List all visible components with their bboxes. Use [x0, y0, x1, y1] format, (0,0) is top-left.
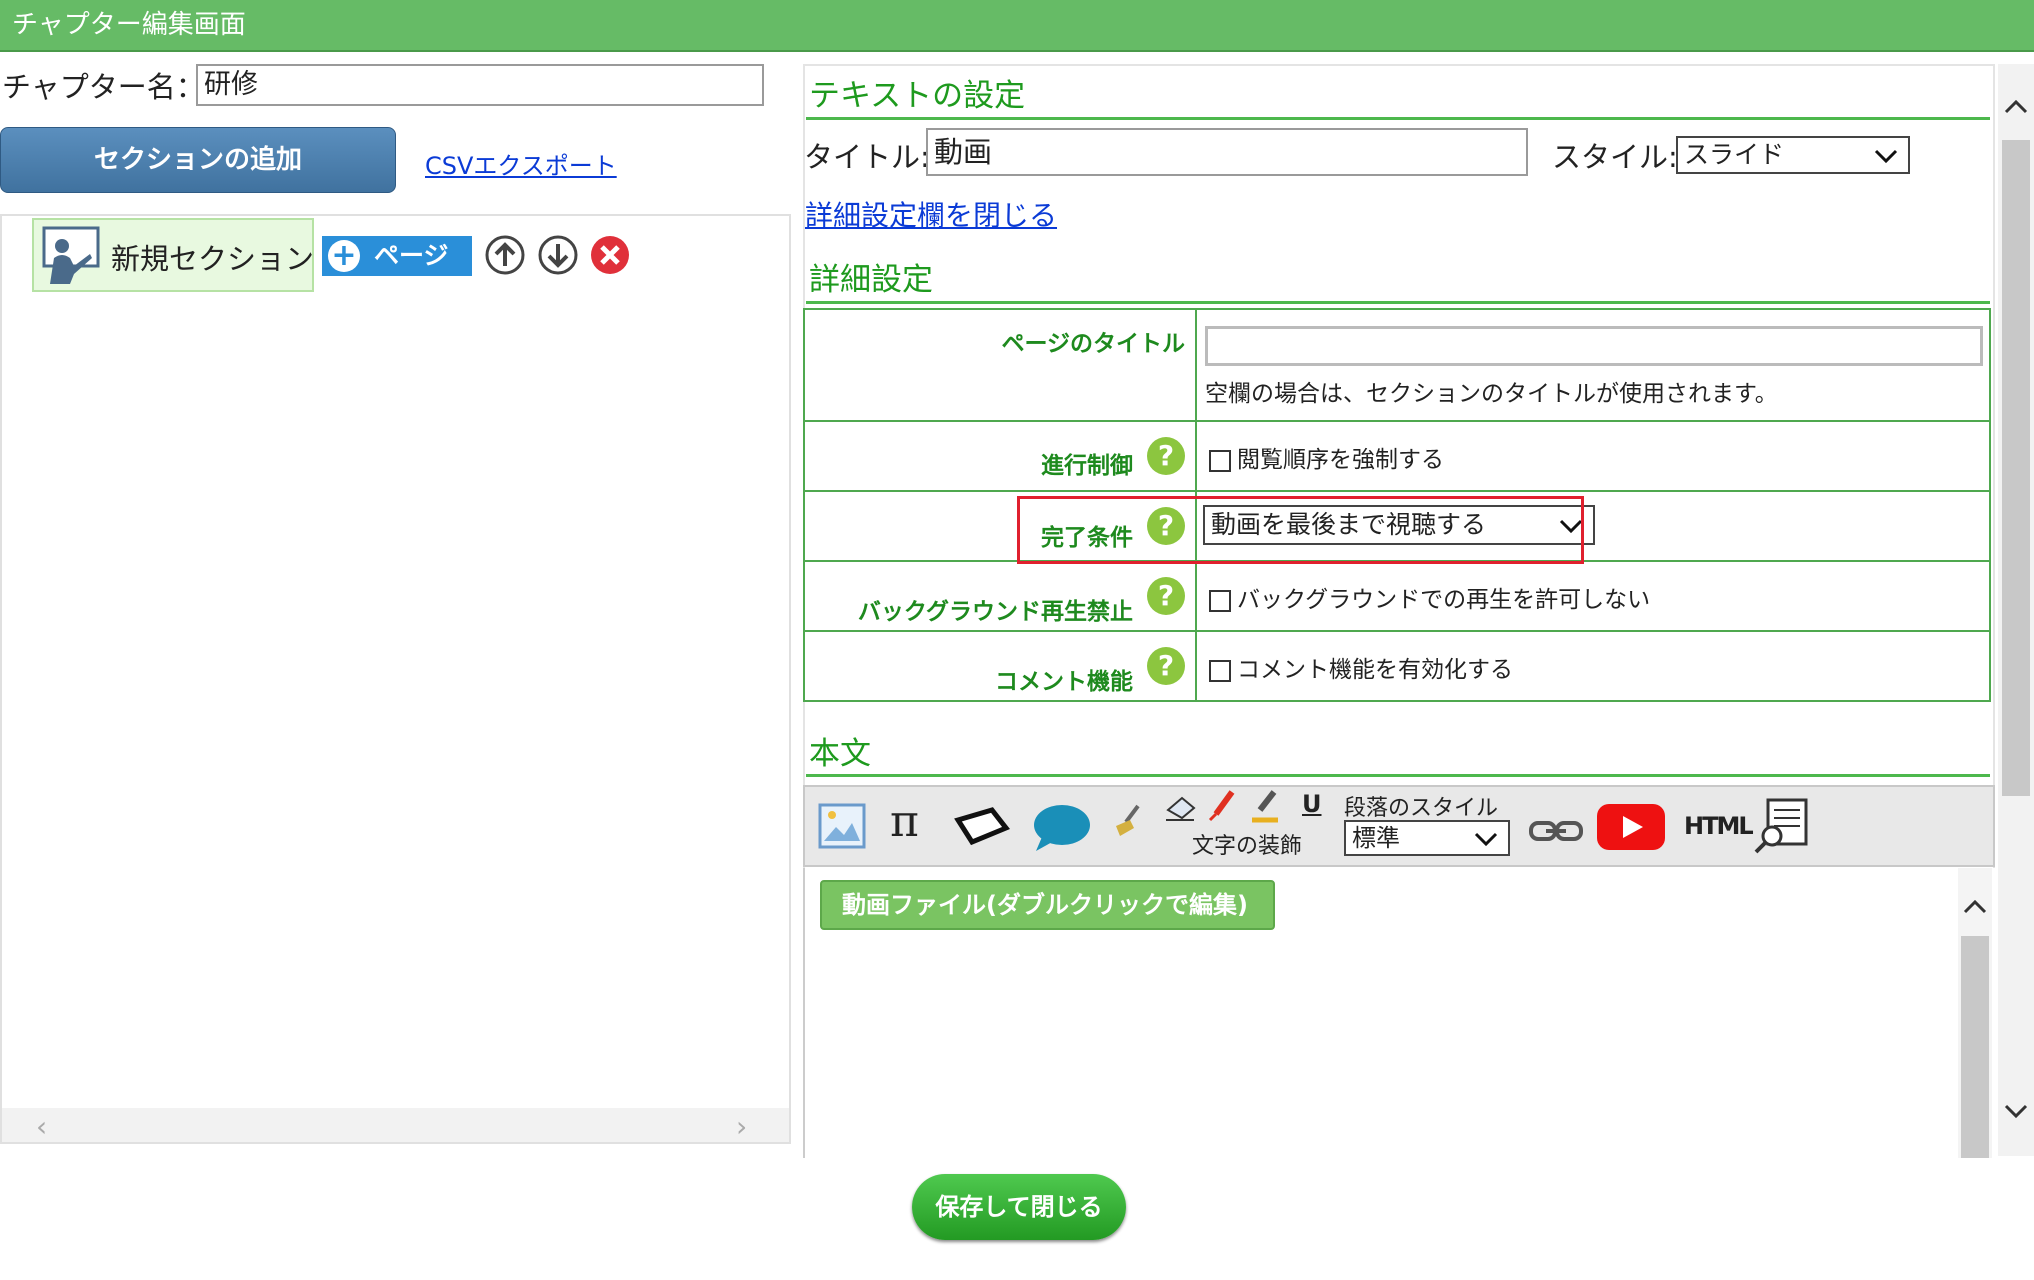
video-file-block[interactable]: 動画ファイル(ダブルクリックで編集)	[820, 880, 1275, 930]
move-up-icon[interactable]	[484, 234, 526, 276]
background-option[interactable]: バックグラウンドでの再生を許可しない	[1209, 580, 1650, 614]
table-row: 進行制御 ? 閲覧順序を強制する	[803, 420, 1991, 492]
divider	[806, 774, 1990, 777]
page-title-cell: ページのタイトル	[803, 308, 1197, 422]
progress-label: 進行制御	[1041, 453, 1133, 479]
chevron-down-icon	[1474, 832, 1498, 847]
style-select[interactable]: スライド	[1676, 136, 1910, 174]
page-title-input[interactable]	[1205, 326, 1983, 366]
section-name-label: 新規セクション	[111, 242, 315, 276]
progress-checkbox-label: 閲覧順序を強制する	[1237, 447, 1444, 473]
scroll-left-icon[interactable]: ‹	[36, 1110, 47, 1143]
image-icon[interactable]	[818, 803, 866, 849]
link-icon[interactable]	[1528, 816, 1584, 846]
text-settings-heading: テキストの設定	[809, 78, 1026, 114]
style-select-value: スライド	[1684, 140, 1785, 169]
title-input[interactable]: 動画	[926, 128, 1528, 176]
background-cell: バックグラウンド再生禁止 ?	[803, 560, 1197, 632]
scroll-right-icon[interactable]: ›	[736, 1110, 747, 1143]
window-title-bar: チャプター編集画面	[0, 0, 2034, 52]
plus-icon: +	[328, 240, 360, 272]
save-and-close-button[interactable]: 保存して閉じる	[912, 1174, 1126, 1240]
table-row: バックグラウンド再生禁止 ? バックグラウンドでの再生を許可しない	[803, 560, 1991, 632]
scroll-down-icon[interactable]	[2004, 1104, 2028, 1120]
add-page-label: ページ	[374, 241, 449, 270]
horizontal-scrollbar[interactable]: ‹ ›	[2, 1108, 789, 1143]
delete-icon[interactable]	[589, 234, 631, 276]
checkbox[interactable]	[1209, 589, 1231, 612]
progress-value-cell: 閲覧順序を強制する	[1195, 420, 1991, 492]
details-heading: 詳細設定	[809, 262, 933, 298]
checkbox[interactable]	[1209, 659, 1231, 682]
move-down-icon[interactable]	[537, 234, 579, 276]
background-label: バックグラウンド再生禁止	[857, 599, 1133, 625]
paragraph-style-value: 標準	[1352, 824, 1400, 852]
divider	[806, 117, 1990, 120]
help-icon[interactable]: ?	[1147, 437, 1185, 475]
youtube-icon[interactable]	[1596, 803, 1666, 851]
comment-value-cell: コメント機能を有効化する	[1195, 630, 1991, 702]
background-checkbox-label: バックグラウンドでの再生を許可しない	[1237, 587, 1651, 613]
help-icon[interactable]: ?	[1147, 577, 1185, 615]
close-details-link[interactable]: 詳細設定欄を閉じる	[805, 194, 1057, 234]
highlight-box	[1017, 496, 1584, 564]
scroll-up-icon[interactable]	[2004, 98, 2028, 114]
underline-icon[interactable]: U	[1302, 790, 1322, 818]
presentation-icon	[42, 226, 100, 284]
chapter-name-label: チャプター名：	[2, 70, 205, 104]
title-label: タイトル:	[804, 140, 930, 174]
text-decoration-label: 文字の装飾	[1192, 834, 1303, 859]
section-tree-panel	[0, 214, 791, 1144]
scroll-up-icon[interactable]	[1963, 898, 1987, 914]
table-row: ページのタイトル 空欄の場合は、セクションのタイトルが使用されます。	[803, 308, 1991, 422]
scrollbar-thumb[interactable]	[2002, 140, 2030, 796]
shape-icon[interactable]	[954, 806, 1010, 846]
html-icon[interactable]: HTML	[1684, 812, 1754, 840]
comment-label: コメント機能	[995, 669, 1133, 695]
comment-checkbox-label: コメント機能を有効化する	[1237, 657, 1513, 683]
style-label: スタイル:	[1552, 140, 1678, 174]
document-search-icon[interactable]	[1752, 798, 1810, 856]
chapter-name-input[interactable]: 研修	[196, 64, 764, 106]
csv-export-link[interactable]: CSVエクスポート	[425, 146, 617, 181]
background-value-cell: バックグラウンドでの再生を許可しない	[1195, 560, 1991, 632]
divider	[806, 301, 1990, 304]
comment-cell: コメント機能 ?	[803, 630, 1197, 702]
progress-option[interactable]: 閲覧順序を強制する	[1209, 440, 1444, 474]
formula-pi-icon[interactable]: π	[890, 796, 919, 847]
speech-bubble-icon[interactable]	[1030, 803, 1092, 853]
comment-option[interactable]: コメント機能を有効化する	[1209, 650, 1513, 684]
help-icon[interactable]: ?	[1147, 647, 1185, 685]
paragraph-style-select[interactable]: 標準	[1344, 820, 1510, 856]
page-title-value-cell: 空欄の場合は、セクションのタイトルが使用されます。	[1195, 308, 1991, 422]
paragraph-style-label: 段落のスタイル	[1344, 796, 1499, 821]
page-title-hint: 空欄の場合は、セクションのタイトルが使用されます。	[1205, 381, 1778, 407]
editor-scrollbar-thumb[interactable]	[1961, 936, 1989, 1158]
table-row: コメント機能 ? コメント機能を有効化する	[803, 630, 1991, 702]
body-heading: 本文	[809, 736, 871, 772]
eraser-icon[interactable]	[1164, 792, 1198, 822]
chevron-down-icon	[1874, 149, 1898, 164]
broom-icon[interactable]	[1108, 802, 1148, 842]
checkbox[interactable]	[1209, 449, 1231, 472]
highlighter-icon[interactable]	[1250, 790, 1282, 824]
add-page-button[interactable]: + ページ	[322, 236, 472, 276]
add-section-button[interactable]: セクションの追加	[0, 127, 396, 193]
marker-icon[interactable]	[1206, 790, 1238, 824]
page-title-label: ページのタイトル	[1001, 331, 1185, 357]
progress-cell: 進行制御 ?	[803, 420, 1197, 492]
